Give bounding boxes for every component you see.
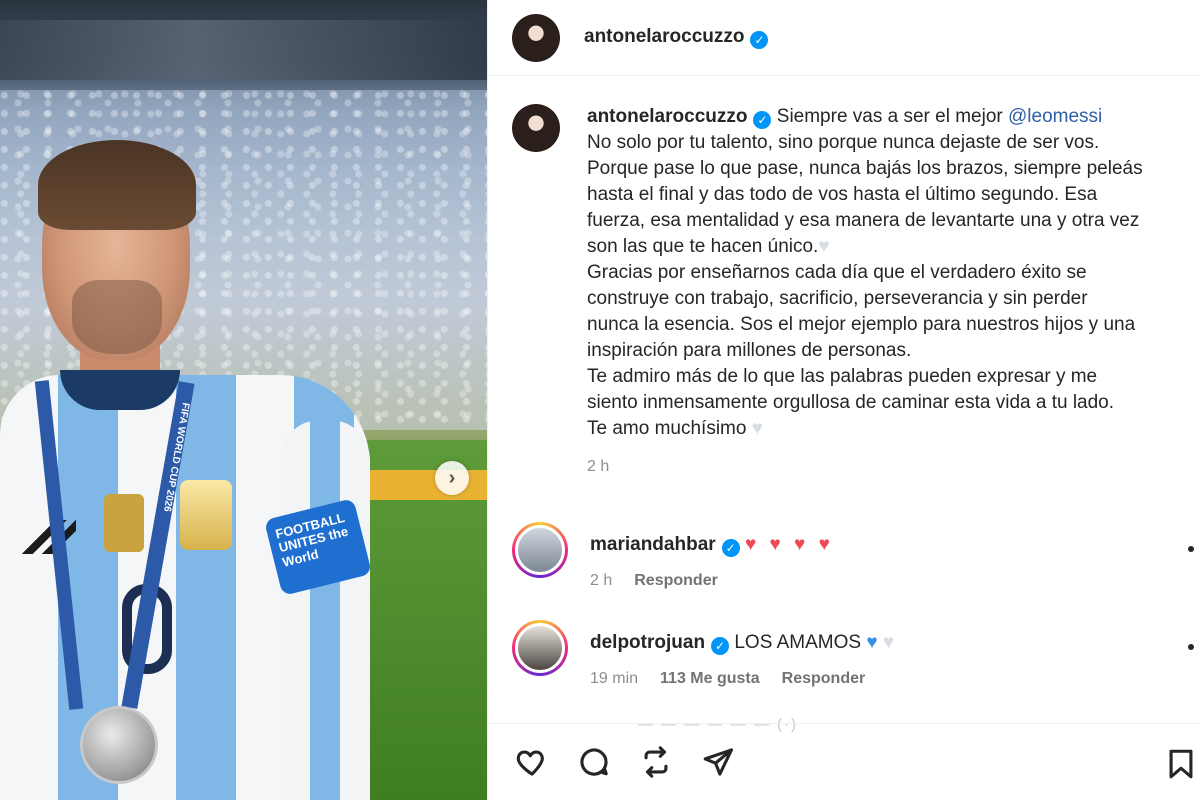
caption-line: hasta el final y das todo de vos hasta e…	[587, 184, 1098, 205]
comment-icon	[580, 748, 608, 776]
reply-button[interactable]: Responder	[634, 572, 718, 590]
caption-line: No solo por tu talento, sino porque nunc…	[587, 132, 1100, 153]
comment-likes[interactable]: 113 Me gusta	[660, 670, 760, 688]
comment-text: ♥ ♥ ♥ ♥	[744, 534, 834, 555]
comment-item: mariandahbar ✓ ♥ ♥ ♥ ♥ 2 h Responder	[512, 522, 1194, 590]
jersey-sleeve	[280, 420, 370, 800]
commenter-avatar[interactable]	[512, 522, 568, 578]
comment-like-icon[interactable]	[1188, 644, 1194, 650]
reply-button[interactable]: Responder	[782, 670, 866, 688]
verified-icon: ✓	[721, 539, 740, 557]
blue-heart-icon: ♥	[866, 632, 878, 653]
repost-icon	[644, 746, 668, 778]
medal	[80, 706, 158, 784]
player-figure: FIFA WORLD CUP 2026 FOOTBALL UNITES the …	[0, 0, 487, 800]
comment-time[interactable]: 2 h	[590, 572, 612, 590]
author-username-text[interactable]: antonelaroccuzzo	[584, 26, 744, 47]
author-username[interactable]: antonelaroccuzzo ✓	[584, 26, 769, 49]
comment-button[interactable]	[574, 742, 614, 782]
carousel-next-button[interactable]: ›	[435, 461, 469, 495]
save-button[interactable]	[1161, 744, 1200, 784]
mention-link[interactable]: @leomessi	[1008, 106, 1102, 127]
brand-logo	[20, 520, 76, 554]
comment-like-icon[interactable]	[1188, 546, 1194, 552]
verified-icon: ✓	[750, 31, 769, 49]
author-avatar[interactable]	[512, 13, 560, 62]
send-icon	[703, 748, 734, 776]
commenter-username[interactable]: mariandahbar	[590, 534, 716, 555]
bookmark-icon	[1169, 749, 1193, 779]
caption-line: Te amo muchísimo	[587, 418, 747, 439]
caption-line: Porque pase lo que pase, nunca bajás los…	[587, 158, 1143, 179]
caption-line: Gracias por enseñarnos cada día que el v…	[587, 262, 1087, 283]
repost-button[interactable]	[636, 742, 676, 782]
comment-time[interactable]: 19 min	[590, 670, 638, 688]
caption-line: construye con trabajo, sacrificio, perse…	[587, 288, 1088, 309]
caption-username[interactable]: antonelaroccuzzo	[587, 106, 747, 127]
post-side-panel: antonelaroccuzzo ✓ antonelaroccuzzo ✓ Siem…	[487, 0, 1200, 800]
caption-text: antonelaroccuzzo ✓ Siempre vas a ser el m…	[587, 104, 1192, 480]
like-button[interactable]	[512, 742, 552, 782]
commenter-avatar[interactable]	[512, 620, 568, 676]
post-photo[interactable]: FIFA WORLD CUP 2026 FOOTBALL UNITES the …	[0, 0, 487, 800]
hair	[38, 140, 196, 230]
post-caption: antonelaroccuzzo ✓ Siempre vas a ser el m…	[512, 104, 1192, 480]
post-header: antonelaroccuzzo ✓	[488, 0, 1200, 76]
caption-line: nunca la esencia. Sos el mejor ejemplo p…	[587, 314, 1136, 335]
caption-line: siento inmensamente orgullosa de caminar…	[587, 392, 1115, 413]
afa-crest	[180, 480, 232, 550]
caption-line: fuerza, esa mentalidad y esa manera de l…	[587, 210, 1140, 231]
caption-line: son las que te hacen único.	[587, 236, 819, 257]
caption-line: inspiración para millones de personas.	[587, 340, 912, 361]
white-heart-icon: ♥	[818, 236, 830, 257]
caption-lead: Siempre vas a ser el mejor	[776, 106, 1003, 127]
fifa-badge	[104, 494, 144, 552]
post-timestamp[interactable]: 2 h	[587, 454, 1192, 480]
verified-icon: ✓	[753, 111, 772, 129]
heart-icon	[516, 750, 544, 776]
white-heart-icon: ♥	[882, 632, 895, 653]
comment-item: delpotrojuan ✓ LOS AMAMOS ♥ ♥ 19 min 113 …	[512, 620, 1194, 688]
white-heart-icon: ♥	[751, 418, 764, 439]
comment-text: LOS AMAMOS	[734, 632, 862, 653]
post-actions	[488, 723, 1200, 800]
caption-avatar[interactable]	[512, 104, 560, 152]
caption-line: Te admiro más de lo que las palabras pue…	[587, 366, 1098, 387]
verified-icon: ✓	[711, 637, 730, 655]
beard	[72, 280, 162, 354]
commenter-username[interactable]: delpotrojuan	[590, 632, 705, 653]
share-button[interactable]	[698, 742, 738, 782]
